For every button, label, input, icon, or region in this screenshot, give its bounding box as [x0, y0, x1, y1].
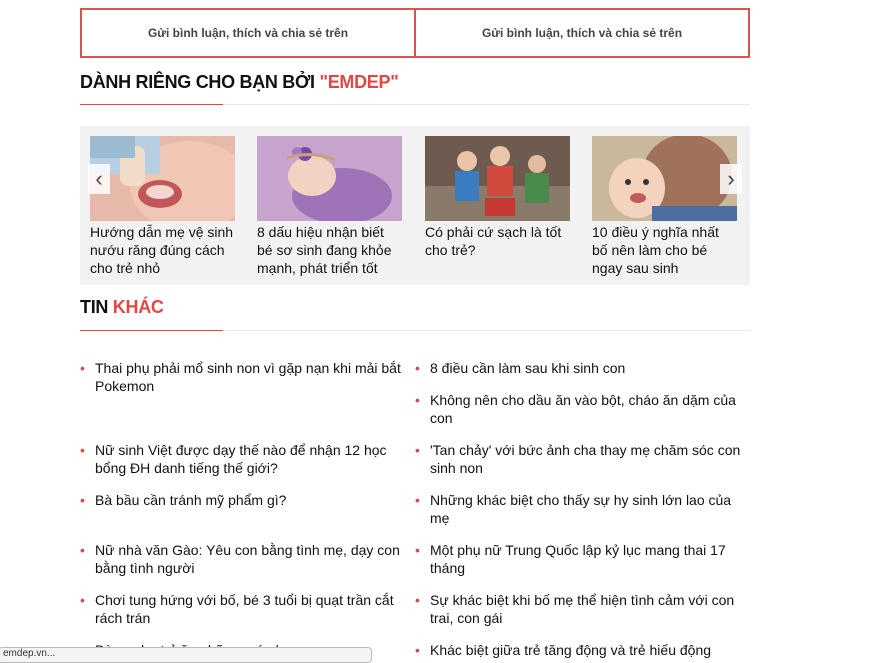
recommend-title-accent: "EMDEP"	[319, 72, 399, 92]
news-link[interactable]: 8 điều cần làm sau khi sinh con	[430, 360, 625, 376]
news-item[interactable]: • 'Tan chảy' với bức ảnh cha thay mẹ chă…	[415, 441, 750, 477]
news-item[interactable]: • 8 điều cần làm sau khi sinh con	[415, 359, 750, 377]
bullet-icon: •	[80, 360, 85, 376]
card-title[interactable]: Có phải cứ sạch là tốt cho trẻ?	[425, 223, 570, 259]
recommend-section-title: DÀNH RIÊNG CHO BẠN BỞI "EMDEP"	[80, 72, 399, 93]
news-item[interactable]: • Chơi tung hứng với bố, bé 3 tuổi bị qu…	[80, 591, 405, 627]
news-link[interactable]: Nữ nhà văn Gào: Yêu con bằng tình mẹ, dạ…	[95, 542, 400, 576]
recommend-card[interactable]: Có phải cứ sạch là tốt cho trẻ?	[425, 136, 570, 259]
news-link[interactable]: Một phụ nữ Trung Quốc lập kỷ lục mang th…	[430, 542, 726, 576]
bullet-icon: •	[415, 360, 420, 376]
recommend-card[interactable]: 8 dấu hiệu nhận biết bé sơ sinh đang khỏ…	[257, 136, 402, 277]
card-thumbnail[interactable]	[90, 136, 235, 221]
bullet-icon: •	[80, 442, 85, 458]
news-link[interactable]: Thai phụ phải mổ sinh non vì gặp nạn khi…	[95, 360, 401, 394]
recommend-card[interactable]: Hướng dẫn mẹ vệ sinh nướu răng đúng cách…	[90, 136, 235, 277]
bullet-icon: •	[415, 542, 420, 558]
news-link[interactable]: Những khác biệt cho thấy sự hy sinh lớn …	[430, 492, 731, 526]
news-item[interactable]: • Nữ sinh Việt được dạy thế nào để nhận …	[80, 441, 405, 477]
card-thumbnail[interactable]	[425, 136, 570, 221]
bullet-icon: •	[80, 542, 85, 558]
other-news-section-title: TIN KHÁC	[80, 297, 164, 318]
news-link[interactable]: Không nên cho dầu ăn vào bột, cháo ăn dặ…	[430, 392, 736, 426]
news-item[interactable]: • Thai phụ phải mổ sinh non vì gặp nạn k…	[80, 359, 405, 395]
bullet-icon: •	[415, 642, 420, 658]
comment-share-button-right[interactable]: Gửi bình luận, thích và chia sẻ trên	[416, 8, 750, 58]
bullet-icon: •	[415, 392, 420, 408]
card-title[interactable]: Hướng dẫn mẹ vệ sinh nướu răng đúng cách…	[90, 223, 235, 277]
news-link[interactable]: Nữ sinh Việt được dạy thế nào để nhận 12…	[95, 442, 387, 476]
news-link[interactable]: 'Tan chảy' với bức ảnh cha thay mẹ chăm …	[430, 442, 740, 476]
card-title[interactable]: 8 dấu hiệu nhận biết bé sơ sinh đang khỏ…	[257, 223, 402, 277]
recommend-carousel: Hướng dẫn mẹ vệ sinh nướu răng đúng cách…	[80, 126, 750, 285]
bullet-icon: •	[415, 442, 420, 458]
card-title[interactable]: 10 điều ý nghĩa nhất bố nên làm cho bé n…	[592, 223, 737, 277]
other-news-title-main: TIN	[80, 297, 113, 317]
other-news-title-accent: KHÁC	[112, 297, 164, 317]
carousel-prev-button[interactable]: ‹	[88, 164, 110, 194]
recommend-card[interactable]: 10 điều ý nghĩa nhất bố nên làm cho bé n…	[592, 136, 737, 277]
bullet-icon: •	[415, 492, 420, 508]
news-item[interactable]: • Nữ nhà văn Gào: Yêu con bằng tình mẹ, …	[80, 541, 405, 577]
chevron-right-icon: ›	[727, 166, 735, 191]
card-thumbnail[interactable]	[257, 136, 402, 221]
other-news-title-rule	[80, 330, 750, 331]
recommend-title-rule	[80, 104, 750, 105]
news-item[interactable]: • Sự khác biệt khi bố mẹ thể hiện tình c…	[415, 591, 750, 627]
comment-share-button-left[interactable]: Gửi bình luận, thích và chia sẻ trên	[80, 8, 416, 58]
bullet-icon: •	[415, 592, 420, 608]
chevron-left-icon: ‹	[95, 166, 103, 191]
news-item[interactable]: • Không nên cho dầu ăn vào bột, cháo ăn …	[415, 391, 750, 427]
news-link[interactable]: Chơi tung hứng với bố, bé 3 tuổi bị quạt…	[95, 592, 394, 626]
news-item[interactable]: • Một phụ nữ Trung Quốc lập kỷ lục mang …	[415, 541, 750, 577]
comment-bar: Gửi bình luận, thích và chia sẻ trên Gửi…	[80, 8, 750, 58]
bullet-icon: •	[80, 492, 85, 508]
bullet-icon: •	[80, 592, 85, 608]
recommend-title-main: DÀNH RIÊNG CHO BẠN BỞI	[80, 72, 320, 92]
status-url-chip: emdep.vn...	[0, 647, 372, 663]
news-item[interactable]: • Bà bầu cần tránh mỹ phẩm gì?	[80, 491, 405, 509]
news-item[interactable]: • Khác biệt giữa trẻ tăng động và trẻ hi…	[415, 641, 750, 659]
carousel-next-button[interactable]: ›	[720, 164, 742, 194]
news-link[interactable]: Bà bầu cần tránh mỹ phẩm gì?	[95, 492, 286, 508]
news-item[interactable]: • Những khác biệt cho thấy sự hy sinh lớ…	[415, 491, 750, 527]
card-thumbnail[interactable]	[592, 136, 737, 221]
news-link[interactable]: Sự khác biệt khi bố mẹ thể hiện tình cảm…	[430, 592, 734, 626]
